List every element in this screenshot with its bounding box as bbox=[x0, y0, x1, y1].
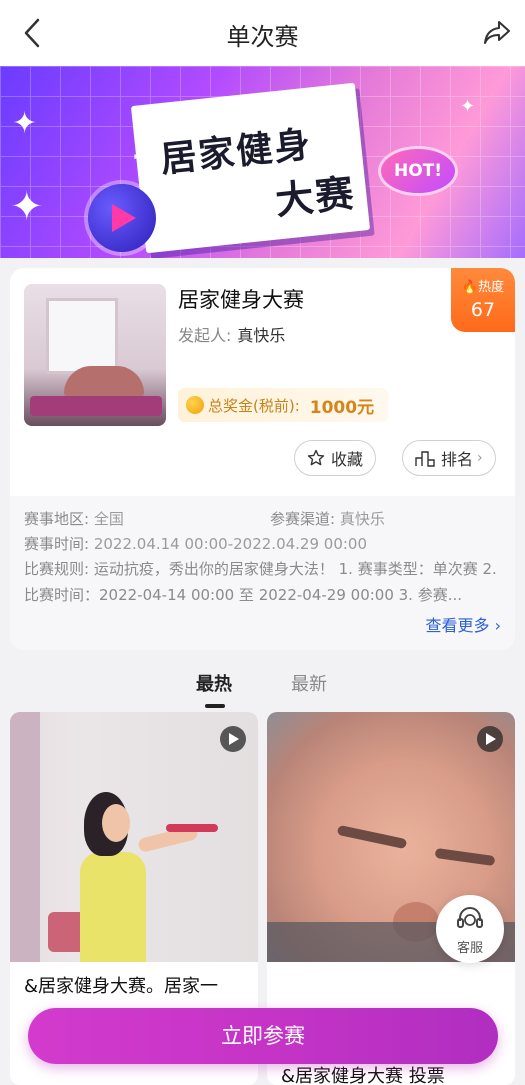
view-more-label: 查看更多 bbox=[425, 616, 490, 635]
collect-button[interactable]: 收藏 bbox=[294, 440, 377, 476]
banner-title-line2: 大赛 bbox=[273, 170, 358, 224]
sparkle-icon: ✦ bbox=[10, 184, 44, 230]
region-label: 赛事地区: bbox=[24, 510, 90, 528]
view-more-link[interactable]: 查看更多 › bbox=[425, 612, 501, 636]
feed-caption: &居家健身大赛 投票 bbox=[281, 1066, 445, 1085]
collect-label: 收藏 bbox=[331, 450, 364, 469]
time-row: 赛事时间: 2022.04.14 00:00-2022.04.29 00:00 bbox=[24, 533, 367, 554]
sparkle-icon: ✦ bbox=[12, 106, 38, 141]
flame-icon: 🔥 bbox=[461, 280, 479, 295]
time-label: 赛事时间: bbox=[24, 535, 90, 553]
hot-badge: HOT! bbox=[378, 146, 458, 196]
video-thumbnail[interactable] bbox=[10, 712, 258, 962]
chevron-right-icon: › bbox=[477, 450, 483, 466]
prize-tag: 总奖金(税前): 1000元 bbox=[178, 388, 389, 422]
prize-label: 总奖金(税前): bbox=[208, 396, 300, 415]
customer-service-label: 客服 bbox=[456, 941, 483, 956]
heat-value: 67 bbox=[470, 299, 496, 321]
active-tab-indicator bbox=[205, 704, 225, 708]
customer-service-button[interactable]: 客服 bbox=[436, 895, 504, 963]
sparkle-icon: ✦ bbox=[460, 96, 476, 117]
tab-newest[interactable]: 最新 bbox=[291, 670, 327, 696]
contest-info-card: 居家健身大赛 发起人: 真快乐 🔥热度 67 总奖金(税前): 1000元 收藏 … bbox=[10, 268, 515, 650]
rules-label: 比赛规则: bbox=[24, 560, 90, 578]
prize-value: 1000元 bbox=[309, 397, 375, 418]
heat-label: 热度 bbox=[478, 280, 505, 295]
initiator-label: 发起人: bbox=[178, 326, 232, 345]
page-title: 单次赛 bbox=[226, 23, 299, 51]
contest-name: 居家健身大赛 bbox=[178, 288, 304, 312]
coin-icon bbox=[186, 396, 204, 414]
channel-label: 参赛渠道: bbox=[270, 510, 336, 528]
star-icon bbox=[307, 449, 325, 466]
rules-text: 比赛规则: 运动抗疫，秀出你的居家健身大法！ 1. 赛事类型：单次赛 2. 比赛… bbox=[24, 556, 508, 608]
feed-caption: &居家健身大赛。居家一 bbox=[24, 976, 219, 997]
rank-button[interactable]: 排名 › bbox=[402, 440, 496, 476]
share-icon[interactable] bbox=[481, 16, 513, 48]
podium-icon bbox=[415, 451, 435, 467]
rules-body: 运动抗疫，秀出你的居家健身大法！ 1. 赛事类型：单次赛 2. 比赛时间：202… bbox=[24, 560, 497, 604]
video-play-icon bbox=[220, 726, 246, 752]
heat-badge: 🔥热度 67 bbox=[451, 268, 515, 332]
contest-banner: ✦ ✦ ✦ ▸▸▸▸▸ ━━━ ◆ ━━ ◆ ━ 居家健身 大赛 HOT! bbox=[0, 66, 525, 258]
rank-label: 排名 bbox=[441, 450, 474, 469]
nav-bar: 单次赛 bbox=[0, 0, 525, 66]
tab-hottest[interactable]: 最热 bbox=[196, 670, 232, 696]
channel-row: 参赛渠道: 真快乐 bbox=[270, 508, 385, 529]
feed-tabs: 最热 最新 bbox=[0, 670, 525, 710]
time-value: 2022.04.14 00:00-2022.04.29 00:00 bbox=[93, 535, 368, 553]
contest-details: 赛事地区: 全国 参赛渠道: 真快乐 赛事时间: 2022.04.14 00:0… bbox=[10, 496, 515, 650]
channel-value: 真快乐 bbox=[339, 510, 385, 528]
join-contest-button[interactable]: 立即参赛 bbox=[28, 1008, 498, 1064]
chevron-right-icon: › bbox=[494, 616, 501, 635]
contest-cover-image[interactable] bbox=[24, 284, 166, 426]
video-play-icon bbox=[477, 726, 503, 752]
play-icon[interactable] bbox=[88, 184, 156, 252]
region-value: 全国 bbox=[93, 510, 124, 528]
initiator-name: 真快乐 bbox=[237, 326, 286, 345]
headset-icon bbox=[457, 907, 483, 928]
initiator: 发起人: 真快乐 bbox=[178, 322, 285, 346]
region-row: 赛事地区: 全国 bbox=[24, 508, 124, 529]
